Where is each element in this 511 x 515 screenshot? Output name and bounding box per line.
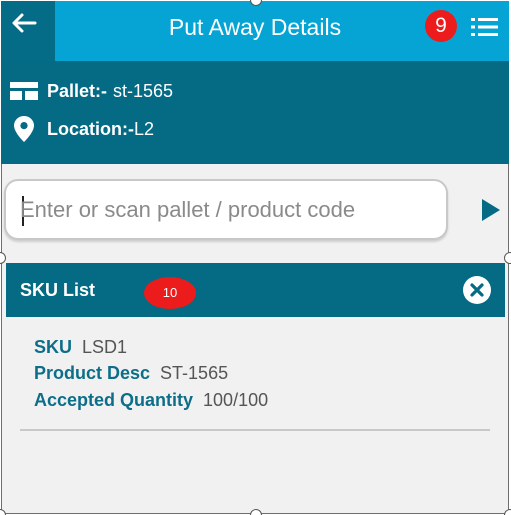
resize-handle-bottom[interactable] [250,509,262,515]
location-label: Location:- [47,118,134,139]
close-circle-icon[interactable] [462,275,492,305]
sku-value: LSD1 [82,337,128,357]
sku-row: SKU LSD1 [34,337,127,358]
sku-list-badge: 10 [144,277,196,309]
pallet-row: Pallet:- st-1565 [1,77,173,105]
accepted-quantity-value: 100/100 [203,390,269,410]
accepted-quantity-label: Accepted Quantity [34,390,194,410]
location-pin-icon [14,116,34,142]
pallet-label: Pallet:- [47,80,108,101]
pallet-value: st-1565 [113,80,174,101]
app-bar: Put Away Details 9 [1,1,509,61]
product-desc-row: Product Desc ST-1565 [34,363,228,384]
list-menu-icon[interactable] [471,16,499,38]
accepted-quantity-row: Accepted Quantity 100/100 [34,390,268,411]
resize-handle-right[interactable] [504,252,511,264]
pallet-info-panel: Pallet:- st-1565 Location:- L2 [1,61,509,164]
search-box [4,179,448,240]
sku-list-header: SKU List 10 [6,263,505,317]
resize-handle-bottom-right[interactable] [504,509,511,515]
product-desc-value: ST-1565 [160,363,229,383]
sku-list-title: SKU List [20,280,96,300]
sku-label: SKU [34,337,73,357]
divider [20,429,490,431]
notification-badge: 9 [425,10,457,42]
pallet-product-code-input[interactable] [20,195,435,225]
location-value: L2 [134,118,155,139]
product-desc-label: Product Desc [34,363,151,383]
location-row: Location:- L2 [1,115,154,143]
sku-list-body: SKU LSD1 Product Desc ST-1565 Accepted Qua… [6,317,505,513]
play-arrow-icon[interactable] [480,198,502,222]
pallet-icon [10,82,38,100]
